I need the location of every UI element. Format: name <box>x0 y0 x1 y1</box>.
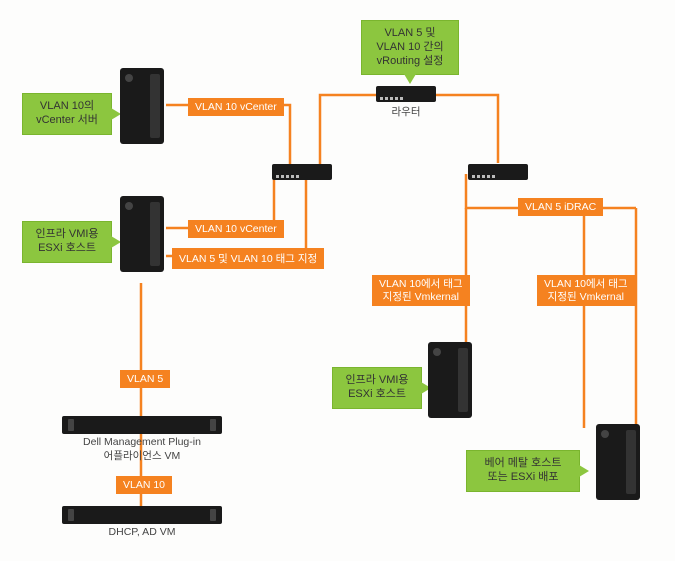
callout-bare-metal-text: 베어 메탈 호스트또는 ESXi 배포 <box>485 457 562 483</box>
device-bare-metal <box>596 424 640 500</box>
label-vlan10-vcenter-a: VLAN 10 vCenter <box>188 98 284 116</box>
callout-infra-esxi-right: 인프라 VMI용ESXi 호스트 <box>332 367 422 409</box>
caption-router: 라우터 <box>376 104 436 119</box>
label-vlan10-vmk-a: VLAN 10에서 태그지정된 Vmkernal <box>372 275 470 306</box>
label-vlan5: VLAN 5 <box>120 370 170 388</box>
callout-infra-esxi-right-text: 인프라 VMI용ESXi 호스트 <box>345 374 408 400</box>
label-vlan10: VLAN 10 <box>116 476 172 494</box>
callout-vrouting: VLAN 5 및VLAN 10 간의vRouting 설정 <box>361 20 459 75</box>
callout-infra-esxi-left: 인프라 VMI용ESXi 호스트 <box>22 221 112 263</box>
device-infra-esxi-left <box>120 196 164 272</box>
label-vlan10-vmk-b: VLAN 10에서 태그지정된 Vmkernal <box>537 275 635 306</box>
label-vlan5-idrac: VLAN 5 iDRAC <box>518 198 603 216</box>
device-switch-right <box>468 164 528 180</box>
label-vlan5-10-tag: VLAN 5 및 VLAN 10 태그 지정 <box>172 248 324 269</box>
device-router <box>376 86 436 102</box>
device-dhcp-vm <box>62 506 222 524</box>
callout-bare-metal: 베어 메탈 호스트또는 ESXi 배포 <box>466 450 580 492</box>
callout-vrouting-text: VLAN 5 및VLAN 10 간의vRouting 설정 <box>376 27 443 67</box>
caption-plugin: Dell Management Plug-in어플라이언스 VM <box>62 436 222 463</box>
device-infra-esxi-right <box>428 342 472 418</box>
device-switch-left <box>272 164 332 180</box>
label-vlan10-vcenter-b: VLAN 10 vCenter <box>188 220 284 238</box>
device-vcenter-server <box>120 68 164 144</box>
callout-infra-esxi-left-text: 인프라 VMI용ESXi 호스트 <box>35 228 98 254</box>
callout-vcenter-server-text: VLAN 10의vCenter 서버 <box>36 100 98 126</box>
device-plugin-vm <box>62 416 222 434</box>
caption-dhcp: DHCP, AD VM <box>62 526 222 538</box>
callout-vcenter-server: VLAN 10의vCenter 서버 <box>22 93 112 135</box>
